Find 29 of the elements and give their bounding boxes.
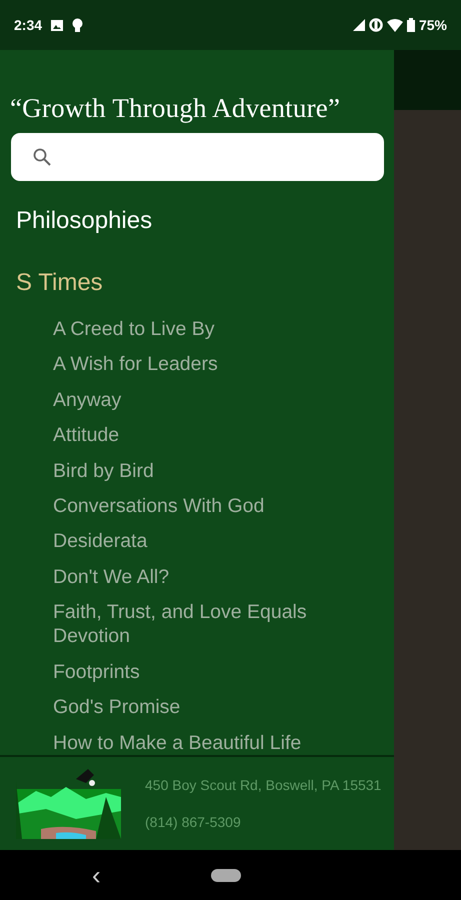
search-field[interactable] (11, 132, 384, 180)
menu-item[interactable]: Don't We All? (53, 564, 374, 590)
battery-icon (406, 18, 415, 32)
menu-item[interactable]: A Wish for Leaders (53, 352, 374, 377)
address-text: 450 Boy Scout Rd, Boswell, PA 15531 (145, 776, 382, 795)
drawer-title: “Growth Through Adventure” (10, 92, 342, 125)
menu-item[interactable]: A Creed to Live By (53, 317, 374, 342)
signal-icon (352, 19, 365, 31)
image-icon (50, 18, 64, 32)
menu-item[interactable]: God's Promise (53, 695, 374, 720)
data-saver-icon (368, 18, 383, 32)
search-icon (33, 148, 51, 166)
status-time: 2:34 (14, 16, 42, 34)
battery-percent: 75% (418, 16, 447, 34)
menu-group[interactable]: S Times (16, 269, 394, 298)
menu-item[interactable]: Attitude (53, 423, 374, 448)
menu-item[interactable]: Desiderata (53, 529, 374, 554)
menu-item[interactable]: Bird by Bird (53, 458, 374, 483)
menu-item[interactable]: Conversations With God (53, 494, 374, 518)
menu-item[interactable]: Footprints (53, 660, 374, 684)
phone-text: (814) 867-5309 (145, 812, 242, 832)
menu-item[interactable]: How to Make a Beautiful Life (53, 730, 374, 755)
menu-item[interactable]: Faith, Trust, and Love Equals Devotion (53, 600, 374, 649)
back-button[interactable]: ‹ (92, 856, 101, 894)
menu-group[interactable]: Philosophies (16, 206, 394, 236)
lightbulb-icon (72, 18, 84, 32)
wifi-icon (386, 18, 403, 32)
home-button[interactable] (210, 868, 241, 882)
menu-item[interactable]: Anyway (53, 388, 374, 412)
